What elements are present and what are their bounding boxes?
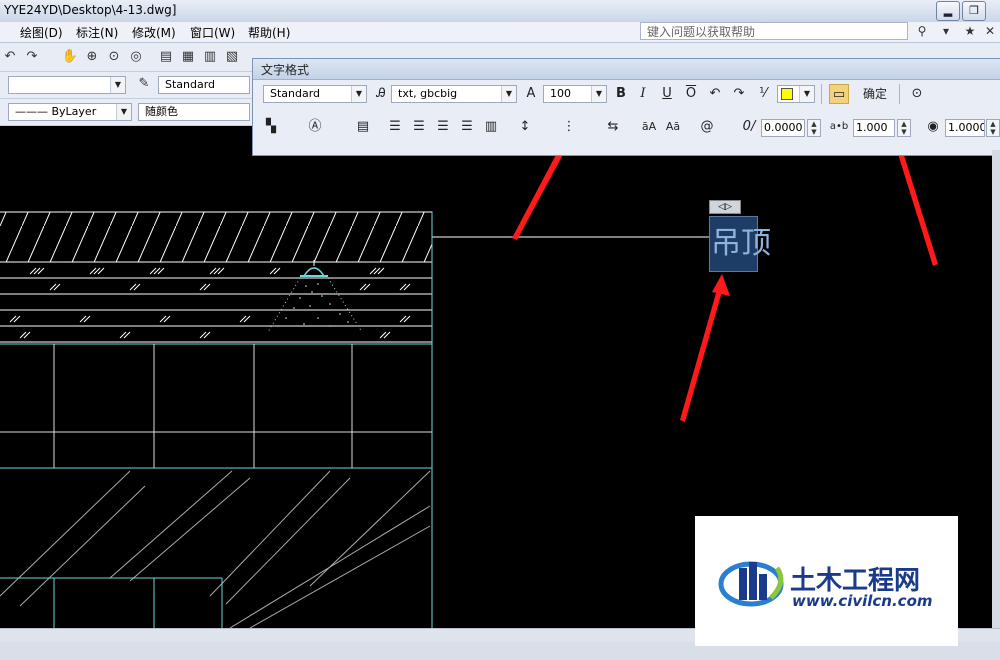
style-combo[interactable]: Standard ▼ bbox=[263, 85, 367, 103]
zoom-realtime-icon[interactable]: ⊕ bbox=[82, 47, 102, 67]
tracking-icon: a•b bbox=[829, 121, 849, 132]
ceiling-label[interactable]: 吊顶 bbox=[711, 218, 771, 262]
oblique-spinner[interactable]: ▲ ▼ bbox=[807, 119, 821, 137]
uppercase-icon[interactable]: āA bbox=[639, 117, 659, 137]
undo-icon[interactable]: ↶ bbox=[705, 84, 725, 104]
numbering-icon[interactable]: ⋮ bbox=[559, 117, 579, 137]
text-height-combo[interactable]: 100 ▼ bbox=[543, 85, 607, 103]
bottom-cabinet bbox=[0, 577, 223, 628]
align-left-icon[interactable]: ☰ bbox=[385, 117, 405, 137]
text-style-combo[interactable]: Standard bbox=[158, 76, 250, 94]
window-title: YYE24YD\Desktop\4-13.dwg] bbox=[4, 3, 177, 17]
width-factor-spinner[interactable]: ▲ ▼ bbox=[986, 119, 1000, 137]
separator bbox=[899, 84, 900, 104]
align-right-icon[interactable]: ☰ bbox=[433, 117, 453, 137]
close-icon[interactable]: ✕ bbox=[980, 22, 1000, 40]
menu-modify[interactable]: 修改(M) bbox=[132, 24, 176, 41]
text-formatting-panel: 文字格式 Standard ▼ Ꭿ txt, gbcbig ▼ A 100 ▼ B I… bbox=[252, 58, 1000, 156]
watermark-url: www.civilcn.com bbox=[792, 592, 933, 610]
properties-icon[interactable]: ▤ bbox=[156, 47, 176, 67]
text-formatting-header[interactable]: 文字格式 bbox=[253, 59, 1000, 80]
wall-panels bbox=[0, 212, 433, 628]
star-icon[interactable]: ★ bbox=[960, 22, 980, 40]
undo-icon[interactable]: ↶ bbox=[0, 47, 20, 67]
symbol-icon[interactable]: @ bbox=[697, 117, 717, 137]
menu-window[interactable]: 窗口(W) bbox=[190, 24, 235, 41]
width-factor-icon: ◉ bbox=[927, 119, 939, 134]
underline-button[interactable]: U bbox=[657, 84, 677, 104]
line-spacing-icon[interactable]: ↕ bbox=[515, 117, 535, 137]
options-icon[interactable]: ⊙ bbox=[907, 84, 927, 104]
text-handle[interactable]: ◁▷ bbox=[709, 200, 741, 214]
columns-icon[interactable]: ▚ bbox=[261, 117, 281, 137]
chevron-down-icon[interactable]: ▾ bbox=[936, 22, 956, 40]
menu-dimension[interactable]: 标注(N) bbox=[76, 24, 118, 41]
civilcn-logo bbox=[718, 561, 784, 607]
redo-icon[interactable]: ↷ bbox=[729, 84, 749, 104]
font-combo[interactable]: txt, gbcbig ▼ bbox=[391, 85, 517, 103]
bold-button[interactable]: B bbox=[611, 84, 631, 104]
zoom-previous-icon[interactable]: ◎ bbox=[126, 47, 146, 67]
ok-button[interactable]: 确定 bbox=[857, 84, 893, 104]
sheet-set-icon[interactable]: ▧ bbox=[222, 47, 242, 67]
vertical-scrollbar[interactable] bbox=[992, 150, 1000, 630]
overline-button[interactable]: O bbox=[681, 84, 701, 104]
ceiling-layers bbox=[0, 277, 432, 343]
text-height-icon: A bbox=[526, 86, 536, 101]
minimize-button[interactable]: ▂ bbox=[936, 1, 960, 21]
justify-icon[interactable]: ☰ bbox=[457, 117, 477, 137]
redo-icon[interactable]: ↷ bbox=[22, 47, 42, 67]
color-combo[interactable]: 随颜色 bbox=[138, 103, 250, 121]
restore-button[interactable]: ❐ bbox=[962, 1, 986, 21]
tool-palettes-icon[interactable]: ▥ bbox=[200, 47, 220, 67]
separator bbox=[821, 84, 822, 104]
text-style-icon[interactable]: ✎ bbox=[134, 74, 154, 94]
ruler-icon[interactable]: ▭ bbox=[829, 84, 849, 104]
linetype-combo[interactable]: ——— ByLayer ▼ bbox=[8, 103, 132, 121]
stack-icon[interactable]: ⅟ bbox=[753, 84, 773, 104]
zoom-window-icon[interactable]: ⊙ bbox=[104, 47, 124, 67]
help-search-input[interactable]: 键入问题以获取帮助 bbox=[640, 22, 908, 40]
align-center-icon[interactable]: ☰ bbox=[409, 117, 429, 137]
search-icon[interactable]: ⚲ bbox=[912, 22, 932, 40]
menu-draw[interactable]: 绘图(D) bbox=[20, 24, 63, 41]
text-color-combo[interactable]: ▼ bbox=[777, 85, 815, 103]
font-icon: Ꭿ bbox=[376, 86, 386, 101]
insert-field-icon[interactable]: ⇆ bbox=[603, 117, 623, 137]
glass-diagonals bbox=[0, 470, 431, 628]
oblique-angle-input[interactable]: 0.0000 bbox=[761, 119, 805, 137]
lamp-symbol bbox=[267, 260, 363, 333]
oblique-icon: 0/ bbox=[742, 119, 756, 134]
annotation-arrows bbox=[512, 126, 938, 422]
lowercase-icon[interactable]: Aā bbox=[663, 117, 683, 137]
italic-button[interactable]: I bbox=[633, 84, 653, 104]
text-formatting-title: 文字格式 bbox=[261, 63, 310, 77]
mtext-justification-icon[interactable]: Ⓐ bbox=[305, 117, 325, 137]
width-factor-input[interactable]: 1.0000 bbox=[945, 119, 985, 137]
pan-icon[interactable]: ✋ bbox=[60, 47, 80, 67]
menu-help[interactable]: 帮助(H) bbox=[248, 24, 290, 41]
tracking-spinner[interactable]: ▲ ▼ bbox=[897, 119, 911, 137]
tracking-input[interactable]: 1.000 bbox=[853, 119, 895, 137]
paragraph-icon[interactable]: ▤ bbox=[353, 117, 373, 137]
distribute-icon[interactable]: ▥ bbox=[481, 117, 501, 137]
ceiling-slab-hatch bbox=[0, 212, 432, 262]
design-center-icon[interactable]: ▦ bbox=[178, 47, 198, 67]
layer-combo[interactable]: ▼ bbox=[8, 76, 126, 94]
